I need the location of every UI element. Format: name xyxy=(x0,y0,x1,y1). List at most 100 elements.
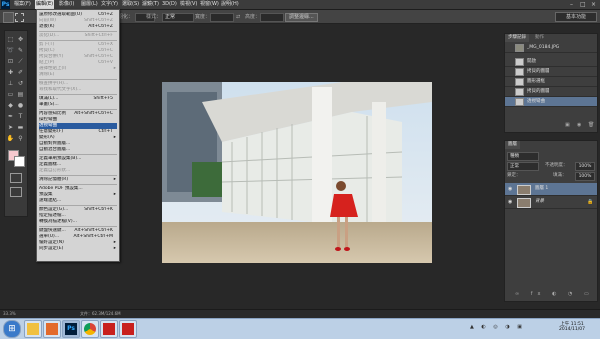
hand-tool-icon[interactable]: ✋ xyxy=(6,134,15,143)
clock[interactable]: 上午 11:51 2014/11/07 xyxy=(552,321,592,332)
eye-icon[interactable]: ◉ xyxy=(508,199,512,205)
healing-brush-tool-icon[interactable]: ✚ xyxy=(6,68,15,77)
history-item[interactable]: 開啟 xyxy=(505,57,597,67)
menu-item-label: 貼上(P) xyxy=(39,60,55,65)
edit-menu-item[interactable]: 退後(K) Alt+Ctrl+Z xyxy=(39,24,117,30)
edit-menu-item[interactable]: 遠端連結... xyxy=(39,198,117,204)
taskbar-chrome[interactable] xyxy=(81,320,99,338)
edit-menu-item[interactable]: 筆畫(S)... xyxy=(39,102,117,108)
system-tray-icons[interactable]: ▲ ◐ ◎ ◑ ▣ xyxy=(470,324,525,330)
selection-mode-icon[interactable] xyxy=(15,13,24,22)
edit-menu-item[interactable]: 清除記憶體(R) ▸ xyxy=(39,177,117,183)
eraser-tool-icon[interactable]: ▭ xyxy=(6,90,15,99)
quick-select-tool-icon[interactable]: ✎ xyxy=(16,46,25,55)
menu-layer[interactable]: 圖層(L) xyxy=(80,0,99,9)
type-tool-icon[interactable]: T xyxy=(16,112,25,121)
menu-select[interactable]: 選取(S) xyxy=(121,0,140,9)
close-icon[interactable]: × xyxy=(591,0,596,9)
menu-image[interactable]: 影像(I) xyxy=(58,0,75,9)
quick-mask-icon[interactable] xyxy=(10,173,22,183)
history-snapshot[interactable]: _MG_0184.JPG xyxy=(505,43,597,53)
edit-menu-item[interactable]: 定義自訂形狀... xyxy=(39,168,117,174)
tab-history[interactable]: 步驟記錄 xyxy=(505,34,529,42)
taskbar-app[interactable] xyxy=(43,320,61,338)
document-size[interactable]: 文件：62.3M/124.6M xyxy=(80,310,121,318)
fill-input[interactable]: 100% xyxy=(575,172,595,181)
edit-menu-item[interactable]: 同步設定(E) ▸ xyxy=(39,246,117,252)
history-item[interactable]: 圖形選框 xyxy=(505,77,597,87)
menu-filter[interactable]: 濾鏡(T) xyxy=(141,0,160,9)
blur-tool-icon[interactable]: ◆ xyxy=(6,101,15,110)
tab-layers[interactable]: 圖層 xyxy=(505,141,520,149)
background-color-swatch[interactable] xyxy=(14,156,25,167)
history-panel: 步驟記錄 動作 _MG_0184.JPG 開啟 拷貝的圖層 圖形選框 拷貝的圖層… xyxy=(504,33,598,133)
zoom-level[interactable]: 33.3% xyxy=(3,310,16,318)
history-item-label: 開啟 xyxy=(527,59,536,64)
move-tool-icon[interactable]: ✥ xyxy=(16,35,25,44)
start-button[interactable]: ⊞ xyxy=(3,320,21,338)
style-select[interactable]: 正常 xyxy=(162,13,194,22)
tools-grid: ⬚ ✥ ➰ ✎ ⊡ ⟋ ✚ ✐ ⊥ ↺ ▭ ▤ ◆ ● ✒ T ➤ ▬ ✋ ⚲ xyxy=(4,30,26,215)
brush-tool-icon[interactable]: ✐ xyxy=(16,68,25,77)
swap-icon[interactable]: ⇄ xyxy=(236,14,240,20)
history-brush-tool-icon[interactable]: ↺ xyxy=(16,79,25,88)
menu-separator xyxy=(39,226,117,227)
lasso-tool-icon[interactable]: ➰ xyxy=(6,46,15,55)
history-item[interactable]: 拷貝的圖層 xyxy=(505,87,597,97)
crop-tool-icon[interactable]: ⊡ xyxy=(6,57,15,66)
edit-menu-item[interactable]: 清除(E) xyxy=(39,72,117,78)
pen-tool-icon[interactable]: ✒ xyxy=(6,112,15,121)
history-item-selected[interactable]: 透視彎曲 xyxy=(505,97,597,107)
blend-mode-select[interactable]: 正常 xyxy=(507,162,539,171)
history-item[interactable]: 拷貝的圖層 xyxy=(505,67,597,77)
menu-window[interactable]: 視窗(W) xyxy=(199,0,220,9)
marquee-tool-icon[interactable]: ⬚ xyxy=(6,35,15,44)
workspace-preset-select[interactable]: 基本功能 xyxy=(555,12,597,22)
edit-menu-item[interactable]: 自動混合圖層... xyxy=(39,147,117,153)
screen-mode-icon[interactable] xyxy=(10,187,22,197)
marquee-tool-preset-icon[interactable] xyxy=(3,12,14,23)
path-select-tool-icon[interactable]: ➤ xyxy=(6,123,15,132)
new-snapshot-icon[interactable]: ▣ xyxy=(565,122,570,128)
layer-filter-kind[interactable]: 種類 xyxy=(507,152,539,161)
zoom-tool-icon[interactable]: ⚲ xyxy=(16,134,25,143)
taskbar-acrobat-2[interactable] xyxy=(119,320,137,338)
edit-menu-item[interactable]: 轉換為描述檔(V)... xyxy=(39,219,117,225)
opacity-input[interactable]: 100% xyxy=(575,162,595,171)
menu-edit[interactable]: 編輯(E) xyxy=(35,0,55,9)
refine-edge-button[interactable]: 調整邊緣... xyxy=(285,13,318,22)
taskbar-photoshop[interactable]: Ps xyxy=(62,320,80,338)
height-input[interactable] xyxy=(260,13,284,22)
dodge-tool-icon[interactable]: ● xyxy=(16,101,25,110)
layer-row-selected[interactable]: ◉ 圖層 1 xyxy=(505,183,597,196)
menu-item-label: 檢查拼字(H)... xyxy=(39,81,69,86)
layer-row[interactable]: ◉ 背景 🔒 xyxy=(505,196,597,209)
minimize-icon[interactable]: – xyxy=(570,0,573,9)
edit-menu-item[interactable]: 淡化(D)... Shift+Ctrl+F xyxy=(39,33,117,39)
menu-file[interactable]: 檔案(F) xyxy=(13,0,32,9)
menu-item-label: 內容感知比例 xyxy=(39,111,66,116)
taskbar-explorer[interactable] xyxy=(24,320,42,338)
submenu-arrow-icon: ▸ xyxy=(113,246,116,251)
menu-3d[interactable]: 3D(D) xyxy=(161,0,178,9)
submenu-arrow-icon: ▸ xyxy=(113,177,116,182)
menu-help[interactable]: 說明(H) xyxy=(220,0,240,9)
eyedropper-tool-icon[interactable]: ⟋ xyxy=(16,57,25,66)
history-item-label: 拷貝的圖層 xyxy=(527,89,550,94)
maximize-icon[interactable]: □ xyxy=(580,0,586,9)
menu-view[interactable]: 檢視(V) xyxy=(179,0,198,9)
trash-icon[interactable]: 🗑 xyxy=(588,122,594,128)
tab-actions[interactable]: 動作 xyxy=(535,34,544,42)
clone-stamp-tool-icon[interactable]: ⊥ xyxy=(6,79,15,88)
shape-tool-icon[interactable]: ▬ xyxy=(16,123,25,132)
width-input[interactable] xyxy=(210,13,234,22)
gradient-tool-icon[interactable]: ▤ xyxy=(16,90,25,99)
edit-menu-item[interactable]: 尋找和取代文字(X)... xyxy=(39,87,117,93)
taskbar-acrobat[interactable] xyxy=(100,320,118,338)
menu-item-label: 拷貝合併(Y) xyxy=(39,54,64,59)
layer-actions-bar[interactable]: ∞ fx ◐ ◔ ▭ ▣ 🗑 xyxy=(515,291,600,297)
eye-icon[interactable]: ◉ xyxy=(508,186,512,192)
document-canvas[interactable] xyxy=(162,82,432,263)
camera-icon[interactable]: ◉ xyxy=(577,122,581,128)
menu-type[interactable]: 文字(Y) xyxy=(100,0,119,9)
